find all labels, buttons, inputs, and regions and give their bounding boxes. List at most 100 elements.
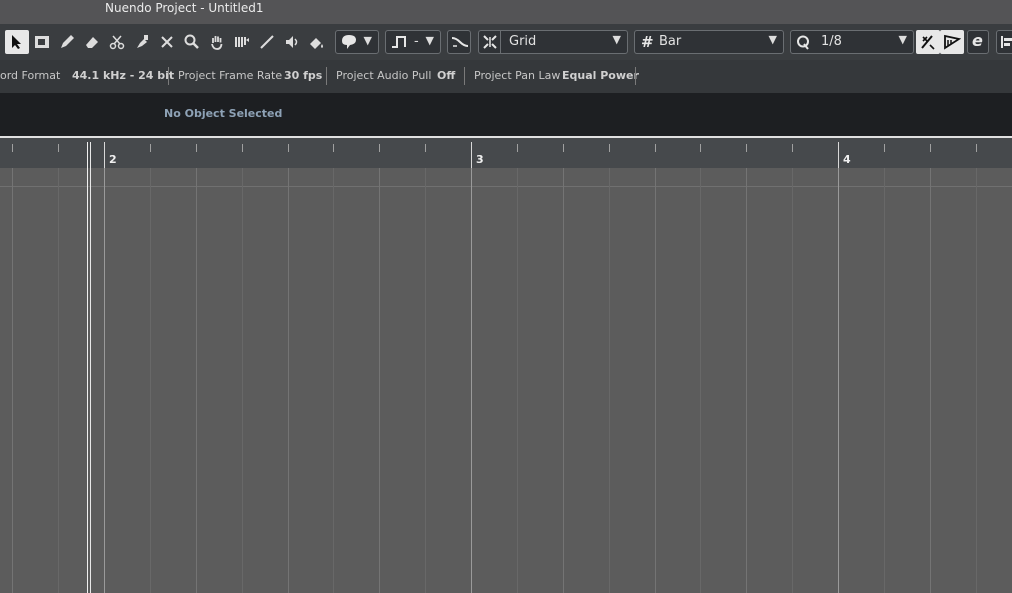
record-format-value[interactable]: 44.1 kHz - 24 bit [72,69,174,82]
info-line: No Object Selected [0,93,1012,136]
color-icon [310,38,323,49]
hand-tool-button[interactable] [205,30,229,54]
delete-tool-button[interactable] [155,30,179,54]
grid-line [288,168,289,593]
chevron-down-icon: ▼ [363,34,372,47]
ruler-tick [609,144,610,152]
ruler-tick [471,142,472,168]
grid-line [150,168,151,593]
divider [168,67,169,85]
event-display[interactable] [0,168,1012,593]
divider [635,67,636,85]
color-tool-button[interactable] [305,30,329,54]
automation-mode-dropdown[interactable]: ▼ [335,30,379,54]
ruler-bar-number: 4 [843,153,851,166]
ruler-tick [563,144,564,152]
ruler-tick [379,144,380,152]
zoom-tool-button[interactable] [180,30,204,54]
auto-scroll-dropdown[interactable]: - ▼ [385,30,441,54]
snap-type-dropdown[interactable]: Grid ▼ [500,30,628,54]
window-title: Nuendo Project - Untitled1 [105,1,264,15]
grid-line [425,168,426,593]
record-format-label: ord Format [0,69,61,82]
grid-line [471,168,472,593]
audio-pull-value[interactable]: Off [437,69,455,82]
automation-icon [342,35,356,49]
object-selection-icon [12,35,21,49]
align-icon [1001,36,1012,48]
frame-rate-value[interactable]: 30 fps [284,69,322,82]
hand-icon [211,36,223,50]
grid-line [517,168,518,593]
auto-scroll-label: - [414,34,419,49]
ruler-bar-number: 2 [109,153,117,166]
ruler-tick [58,144,59,152]
ruler-tick [196,144,197,152]
ruler-tick [517,144,518,152]
audiowarp-quantize-button[interactable] [940,30,964,54]
edit-in-place-button[interactable]: e [967,30,989,54]
erase-icon [86,37,98,48]
play-icon [286,36,298,48]
glue-tool-button[interactable] [130,30,154,54]
frame-rate-label: Project Frame Rate [178,69,283,82]
quantize-preset-dropdown[interactable]: 1/8 ▼ [790,30,914,54]
grid-type-dropdown[interactable]: # Bar ▼ [634,30,784,54]
line-tool-button[interactable] [255,30,279,54]
split-tool-button[interactable] [105,30,129,54]
ruler-tick [976,144,977,152]
delete-icon [161,36,173,48]
grid-line [838,168,839,593]
grid-line [655,168,656,593]
chevron-down-icon: ▼ [612,33,621,46]
ruler-tick [288,144,289,152]
grid-line [930,168,931,593]
grid-line [196,168,197,593]
ruler-tick [12,144,13,152]
range-selection-icon [35,36,49,48]
toolbar-overflow-button[interactable] [996,30,1012,54]
erase-tool-button[interactable] [80,30,104,54]
chevron-down-icon: ▼ [898,33,907,46]
ruler-tick [930,144,931,152]
comp-tool-button[interactable] [230,30,254,54]
snap-on-zero-crossing-button[interactable] [447,30,471,54]
glue-icon [137,35,148,48]
ruler-tick [425,144,426,152]
snap-icon [483,35,497,49]
iterative-quantize-icon [921,35,935,50]
grid-line [884,168,885,593]
chevron-down-icon: ▼ [425,34,434,47]
project-cursor[interactable] [87,142,88,593]
grid-line [792,168,793,593]
range-selection-tool-button[interactable] [30,30,54,54]
draw-tool-button[interactable] [55,30,79,54]
snap-type-value: Grid [509,34,537,49]
ruler-tick [700,144,701,152]
edit-in-place-icon: e [972,31,983,50]
iterative-quantize-button[interactable] [916,30,940,54]
grid-line [333,168,334,593]
zoom-icon [184,34,199,49]
grid-line [104,168,105,593]
grid-line [746,168,747,593]
auto-scroll-icon [392,36,406,48]
project-cursor-shadow [90,142,91,593]
ruler-tick [104,142,105,168]
comp-icon [235,37,249,47]
object-selection-tool-button[interactable] [5,30,29,54]
grid-icon: # [641,33,654,51]
timeline-ruler[interactable]: 2 3 4 [0,138,1012,168]
ruler-tick [150,144,151,152]
quantize-icon [797,35,809,50]
project-info-bar: ord Format 44.1 kHz - 24 bit Project Fra… [0,60,1012,93]
snap-toggle-button[interactable] [478,30,500,54]
ruler-bar-number: 3 [476,153,484,166]
pan-law-value[interactable]: Equal Power [562,69,639,82]
ruler-tick [655,144,656,152]
play-tool-button[interactable] [280,30,304,54]
grid-line [12,168,13,593]
line-icon [260,35,274,49]
snap-on-zero-icon [451,37,469,47]
grid-line [976,168,977,593]
